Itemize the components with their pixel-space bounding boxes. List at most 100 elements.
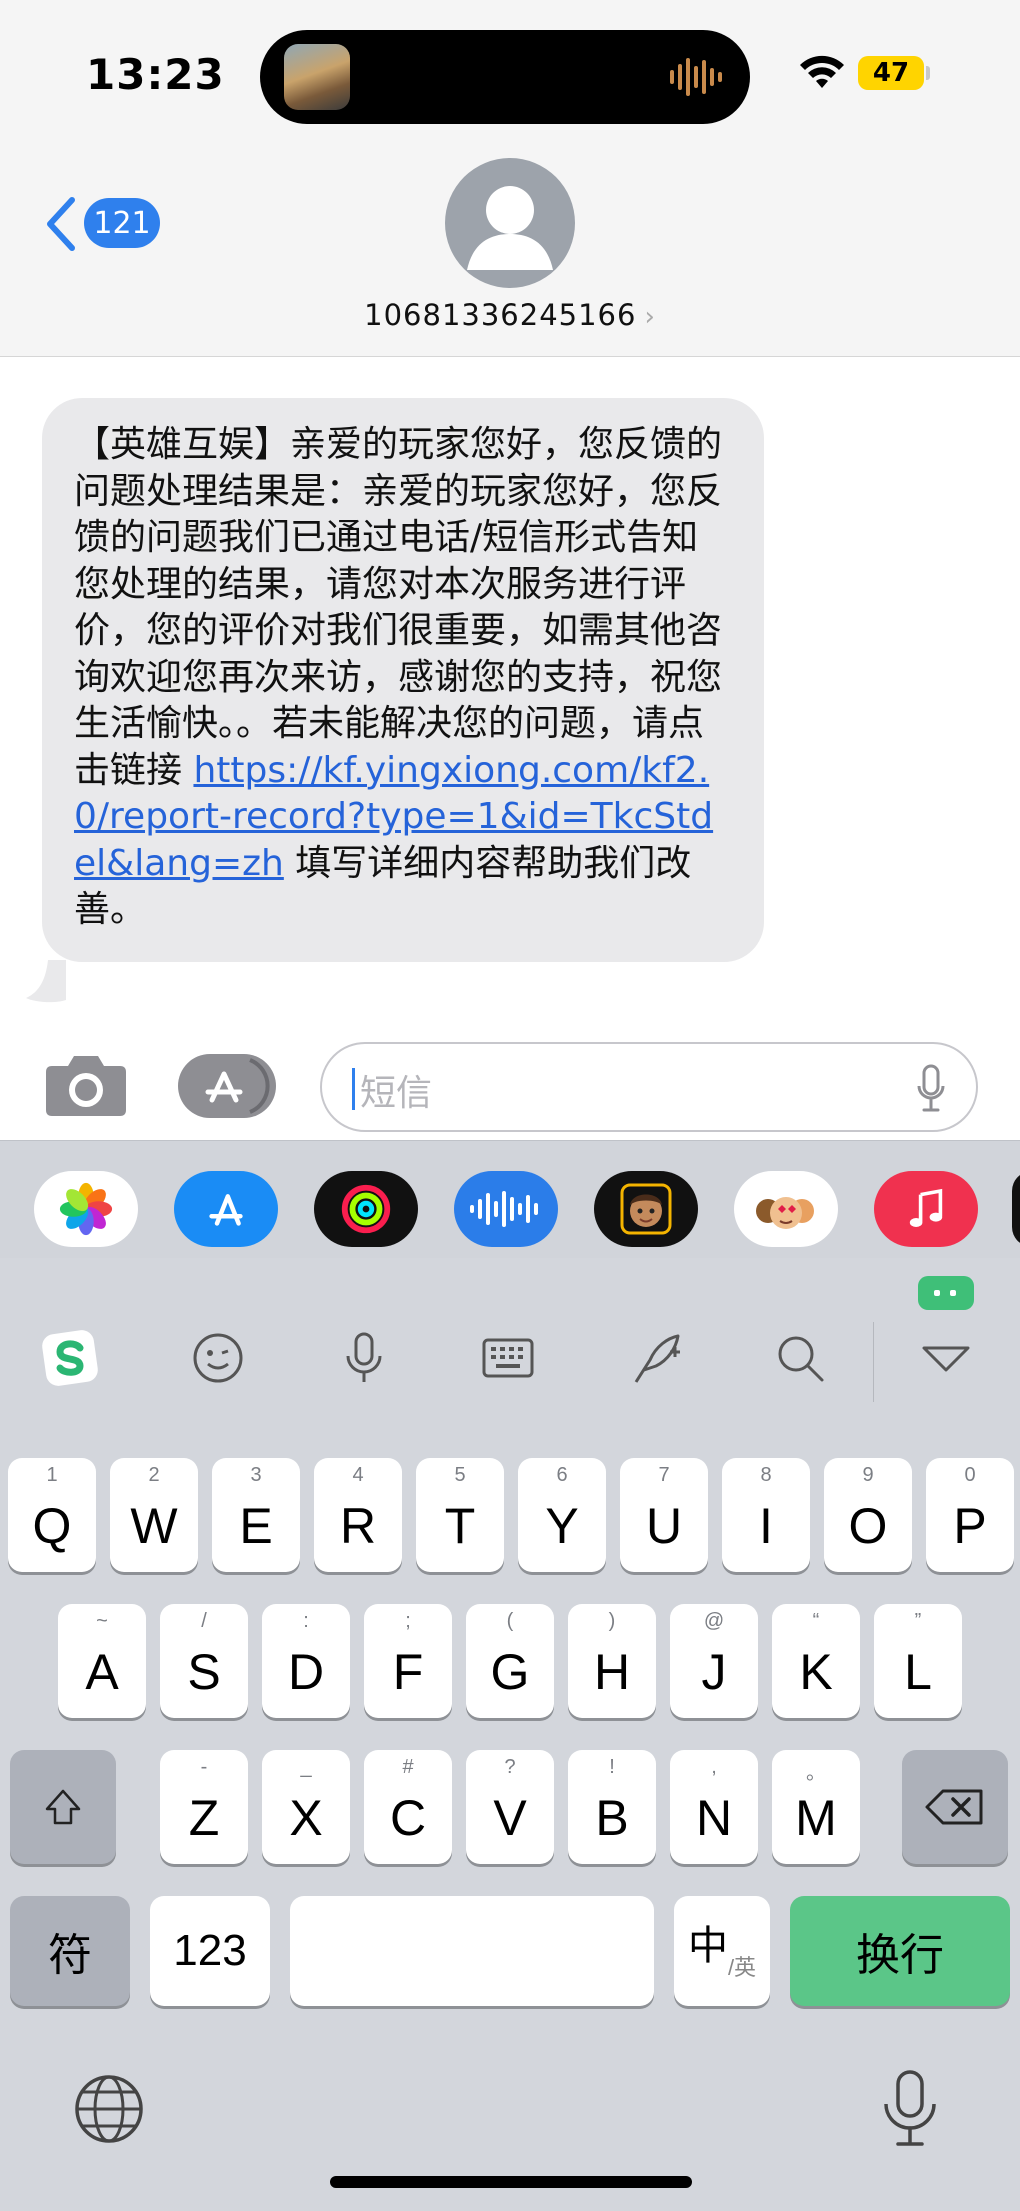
- key-hint-label: @: [703, 1610, 725, 1632]
- key-label: D: [287, 1644, 325, 1700]
- dictation-mic-icon[interactable]: [878, 2068, 942, 2148]
- key-hint-label: ?: [504, 1756, 516, 1778]
- key-w[interactable]: 2W: [110, 1458, 198, 1572]
- key-label: H: [593, 1644, 631, 1700]
- memoji-icon[interactable]: [594, 1171, 698, 1247]
- conversation-header: 13:23 47 121 10681336245166 ›: [0, 0, 1020, 357]
- contact-avatar[interactable]: [445, 158, 575, 288]
- lang-sub-label: /英: [727, 1955, 757, 1980]
- now-playing-artwork: [284, 44, 350, 110]
- lang-main-label: 中: [687, 1924, 728, 1968]
- key-c[interactable]: # C: [364, 1750, 452, 1864]
- key-o[interactable]: 9O: [824, 1458, 912, 1572]
- key-l[interactable]: ” L: [874, 1604, 962, 1718]
- chevron-right-icon: ›: [644, 302, 656, 332]
- key-j[interactable]: @ J: [670, 1604, 758, 1718]
- key-a[interactable]: ~ A: [58, 1604, 146, 1718]
- key-u[interactable]: 7U: [620, 1458, 708, 1572]
- hide-keyboard-chevron-icon[interactable]: [916, 1328, 976, 1388]
- photos-icon[interactable]: [34, 1171, 138, 1247]
- key-hint-label: ;: [405, 1610, 411, 1632]
- key-label: S: [187, 1644, 221, 1700]
- key-hint-label: #: [402, 1756, 414, 1778]
- back-chevron-icon[interactable]: [42, 196, 78, 252]
- language-switch-key[interactable]: 中 /英: [674, 1896, 770, 2006]
- app-store-app-icon[interactable]: [174, 1171, 278, 1247]
- app-store-toggle-button[interactable]: [178, 1054, 276, 1118]
- search-icon[interactable]: [770, 1328, 830, 1388]
- globe-icon[interactable]: [72, 2072, 146, 2146]
- handwriting-quill-icon[interactable]: [626, 1328, 686, 1388]
- contact-number[interactable]: 10681336245166: [364, 298, 636, 332]
- symbols-key[interactable]: 符: [10, 1896, 130, 2006]
- memoji-stickers-icon[interactable]: [734, 1171, 838, 1247]
- key-label: I: [759, 1498, 773, 1554]
- audio-message-icon[interactable]: [454, 1171, 558, 1247]
- voice-input-icon[interactable]: [334, 1328, 394, 1388]
- key-i[interactable]: 8I: [722, 1458, 810, 1572]
- chat-dots: [934, 1290, 956, 1296]
- key-label: O: [848, 1498, 888, 1554]
- message-text: 【英雄互娱】亲爱的玩家您好，您反馈的问题处理结果是：亲爱的玩家您好，您反馈的问题…: [74, 424, 723, 791]
- more-apps-icon[interactable]: [1012, 1171, 1020, 1247]
- key-b[interactable]: ! B: [568, 1750, 656, 1864]
- delete-key[interactable]: [902, 1750, 1008, 1864]
- key-label: P: [953, 1498, 987, 1554]
- shift-arrow-icon: [45, 1789, 81, 1825]
- key-label: Y: [545, 1498, 579, 1554]
- music-icon[interactable]: [874, 1171, 978, 1247]
- space-key[interactable]: [290, 1896, 654, 2006]
- key-hint-label: !: [609, 1756, 615, 1778]
- key-hint-label: 2: [148, 1464, 160, 1486]
- activity-icon[interactable]: [314, 1171, 418, 1247]
- key-y[interactable]: 6Y: [518, 1458, 606, 1572]
- key-hint-label: :: [303, 1610, 309, 1632]
- keyboard-layout-icon[interactable]: [478, 1328, 538, 1388]
- key-label: V: [493, 1790, 527, 1846]
- sticker-faces: [756, 1197, 814, 1229]
- numbers-key[interactable]: 123: [150, 1896, 270, 2006]
- key-hint-label: “: [812, 1610, 820, 1632]
- photos-flower-icon: [59, 1182, 113, 1236]
- message-bubble[interactable]: 【英雄互娱】亲爱的玩家您好，您反馈的问题处理结果是：亲爱的玩家您好，您反馈的问题…: [42, 398, 764, 962]
- key-q[interactable]: 1Q: [8, 1458, 96, 1572]
- activity-rings: [341, 1184, 391, 1234]
- key-m[interactable]: 。 M: [772, 1750, 860, 1864]
- key-r[interactable]: 4R: [314, 1458, 402, 1572]
- key-label: T: [444, 1498, 476, 1554]
- key-s[interactable]: / S: [160, 1604, 248, 1718]
- message-input[interactable]: 短信: [320, 1042, 978, 1132]
- key-hint-label: 9: [862, 1464, 874, 1486]
- bubble-tail: [26, 960, 66, 1003]
- key-g[interactable]: (G: [466, 1604, 554, 1718]
- key-e[interactable]: 3E: [212, 1458, 300, 1572]
- key-label: L: [904, 1644, 932, 1700]
- emoji-icon[interactable]: [188, 1328, 248, 1388]
- key-k[interactable]: “K: [772, 1604, 860, 1718]
- key-label: U: [645, 1498, 683, 1554]
- key-hint-label: 8: [760, 1464, 772, 1486]
- key-label: J: [701, 1644, 727, 1700]
- return-key[interactable]: 换行: [790, 1896, 1010, 2006]
- backspace-icon: [925, 1789, 983, 1825]
- key-x[interactable]: _ X: [262, 1750, 350, 1864]
- key-n[interactable]: ,N: [670, 1750, 758, 1864]
- key-label: Q: [32, 1498, 72, 1554]
- chat-bubble-icon[interactable]: [918, 1276, 974, 1310]
- dictation-mic-icon[interactable]: [916, 1064, 946, 1114]
- dynamic-island[interactable]: [260, 30, 750, 124]
- key-hint-label: 0: [964, 1464, 976, 1486]
- sogou-logo-icon[interactable]: [40, 1328, 100, 1388]
- key-h[interactable]: ) H: [568, 1604, 656, 1718]
- key-d[interactable]: :D: [262, 1604, 350, 1718]
- shift-key[interactable]: [10, 1750, 116, 1864]
- key-v[interactable]: ? V: [466, 1750, 554, 1864]
- contact-name[interactable]: 10681336245166 ›: [0, 298, 1020, 332]
- key-p[interactable]: 0P: [926, 1458, 1014, 1572]
- camera-icon[interactable]: [44, 1052, 128, 1118]
- home-indicator[interactable]: [330, 2176, 692, 2188]
- back-unread-badge[interactable]: 121: [84, 198, 160, 248]
- key-t[interactable]: 5T: [416, 1458, 504, 1572]
- key-z[interactable]: -Z: [160, 1750, 248, 1864]
- key-f[interactable]: ; F: [364, 1604, 452, 1718]
